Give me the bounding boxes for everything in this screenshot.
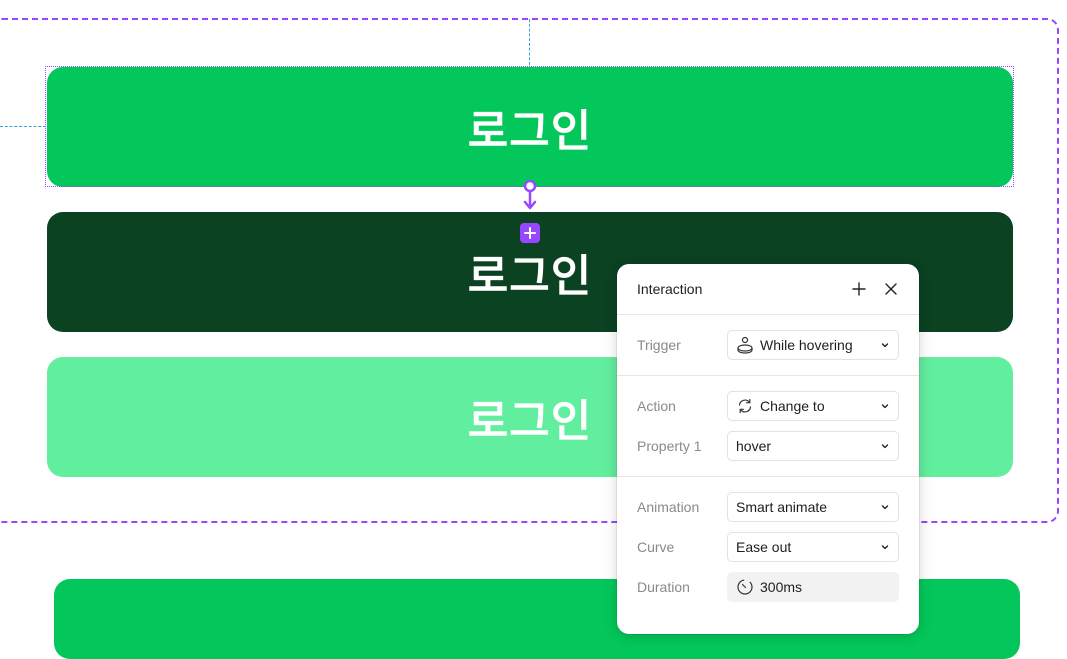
chevron-down-icon: [881, 545, 889, 550]
property-value: hover: [736, 438, 772, 454]
animation-section: Animation Smart animate Curve Ease out D…: [617, 477, 919, 607]
animation-select[interactable]: Smart animate: [727, 492, 899, 522]
interaction-panel: Interaction Trigger While hovering Actio…: [617, 264, 919, 634]
animation-label: Animation: [637, 499, 700, 515]
curve-label: Curve: [637, 539, 675, 555]
plus-icon[interactable]: [851, 281, 867, 297]
add-interaction-plus-icon[interactable]: [520, 223, 540, 243]
prototype-connector-icon[interactable]: [522, 179, 538, 212]
property-label: Property 1: [637, 438, 702, 454]
panel-title: Interaction: [637, 281, 703, 297]
trigger-value: While hovering: [760, 337, 853, 353]
chevron-down-icon: [881, 404, 889, 409]
duration-value: 300ms: [760, 579, 803, 595]
login-button-default[interactable]: 로그인: [47, 67, 1013, 187]
timer-icon: [736, 578, 754, 596]
duration-label: Duration: [637, 579, 690, 595]
trigger-label: Trigger: [637, 337, 681, 353]
action-label: Action: [637, 398, 676, 414]
spacing-guide-horizontal: [0, 126, 46, 127]
chevron-down-icon: [881, 444, 889, 449]
login-label: 로그인: [467, 396, 593, 447]
trigger-section: Trigger While hovering: [617, 315, 919, 376]
spacing-guide-vertical: [529, 19, 530, 65]
login-label: 로그인: [467, 106, 593, 157]
chevron-down-icon: [881, 505, 889, 510]
duration-input[interactable]: 300ms: [727, 572, 899, 602]
action-section: Action Change to Property 1 hover: [617, 376, 919, 477]
action-value: Change to: [760, 398, 825, 414]
hover-icon: [736, 336, 754, 354]
curve-value: Ease out: [736, 539, 792, 555]
trigger-select[interactable]: While hovering: [727, 330, 899, 360]
curve-select[interactable]: Ease out: [727, 532, 899, 562]
panel-header: Interaction: [617, 264, 919, 315]
close-icon[interactable]: [883, 281, 899, 297]
login-label: 로그인: [467, 251, 593, 302]
animation-value: Smart animate: [736, 499, 828, 515]
action-select[interactable]: Change to: [727, 391, 899, 421]
property-select[interactable]: hover: [727, 431, 899, 461]
chevron-down-icon: [881, 343, 889, 348]
swap-icon: [736, 397, 754, 415]
